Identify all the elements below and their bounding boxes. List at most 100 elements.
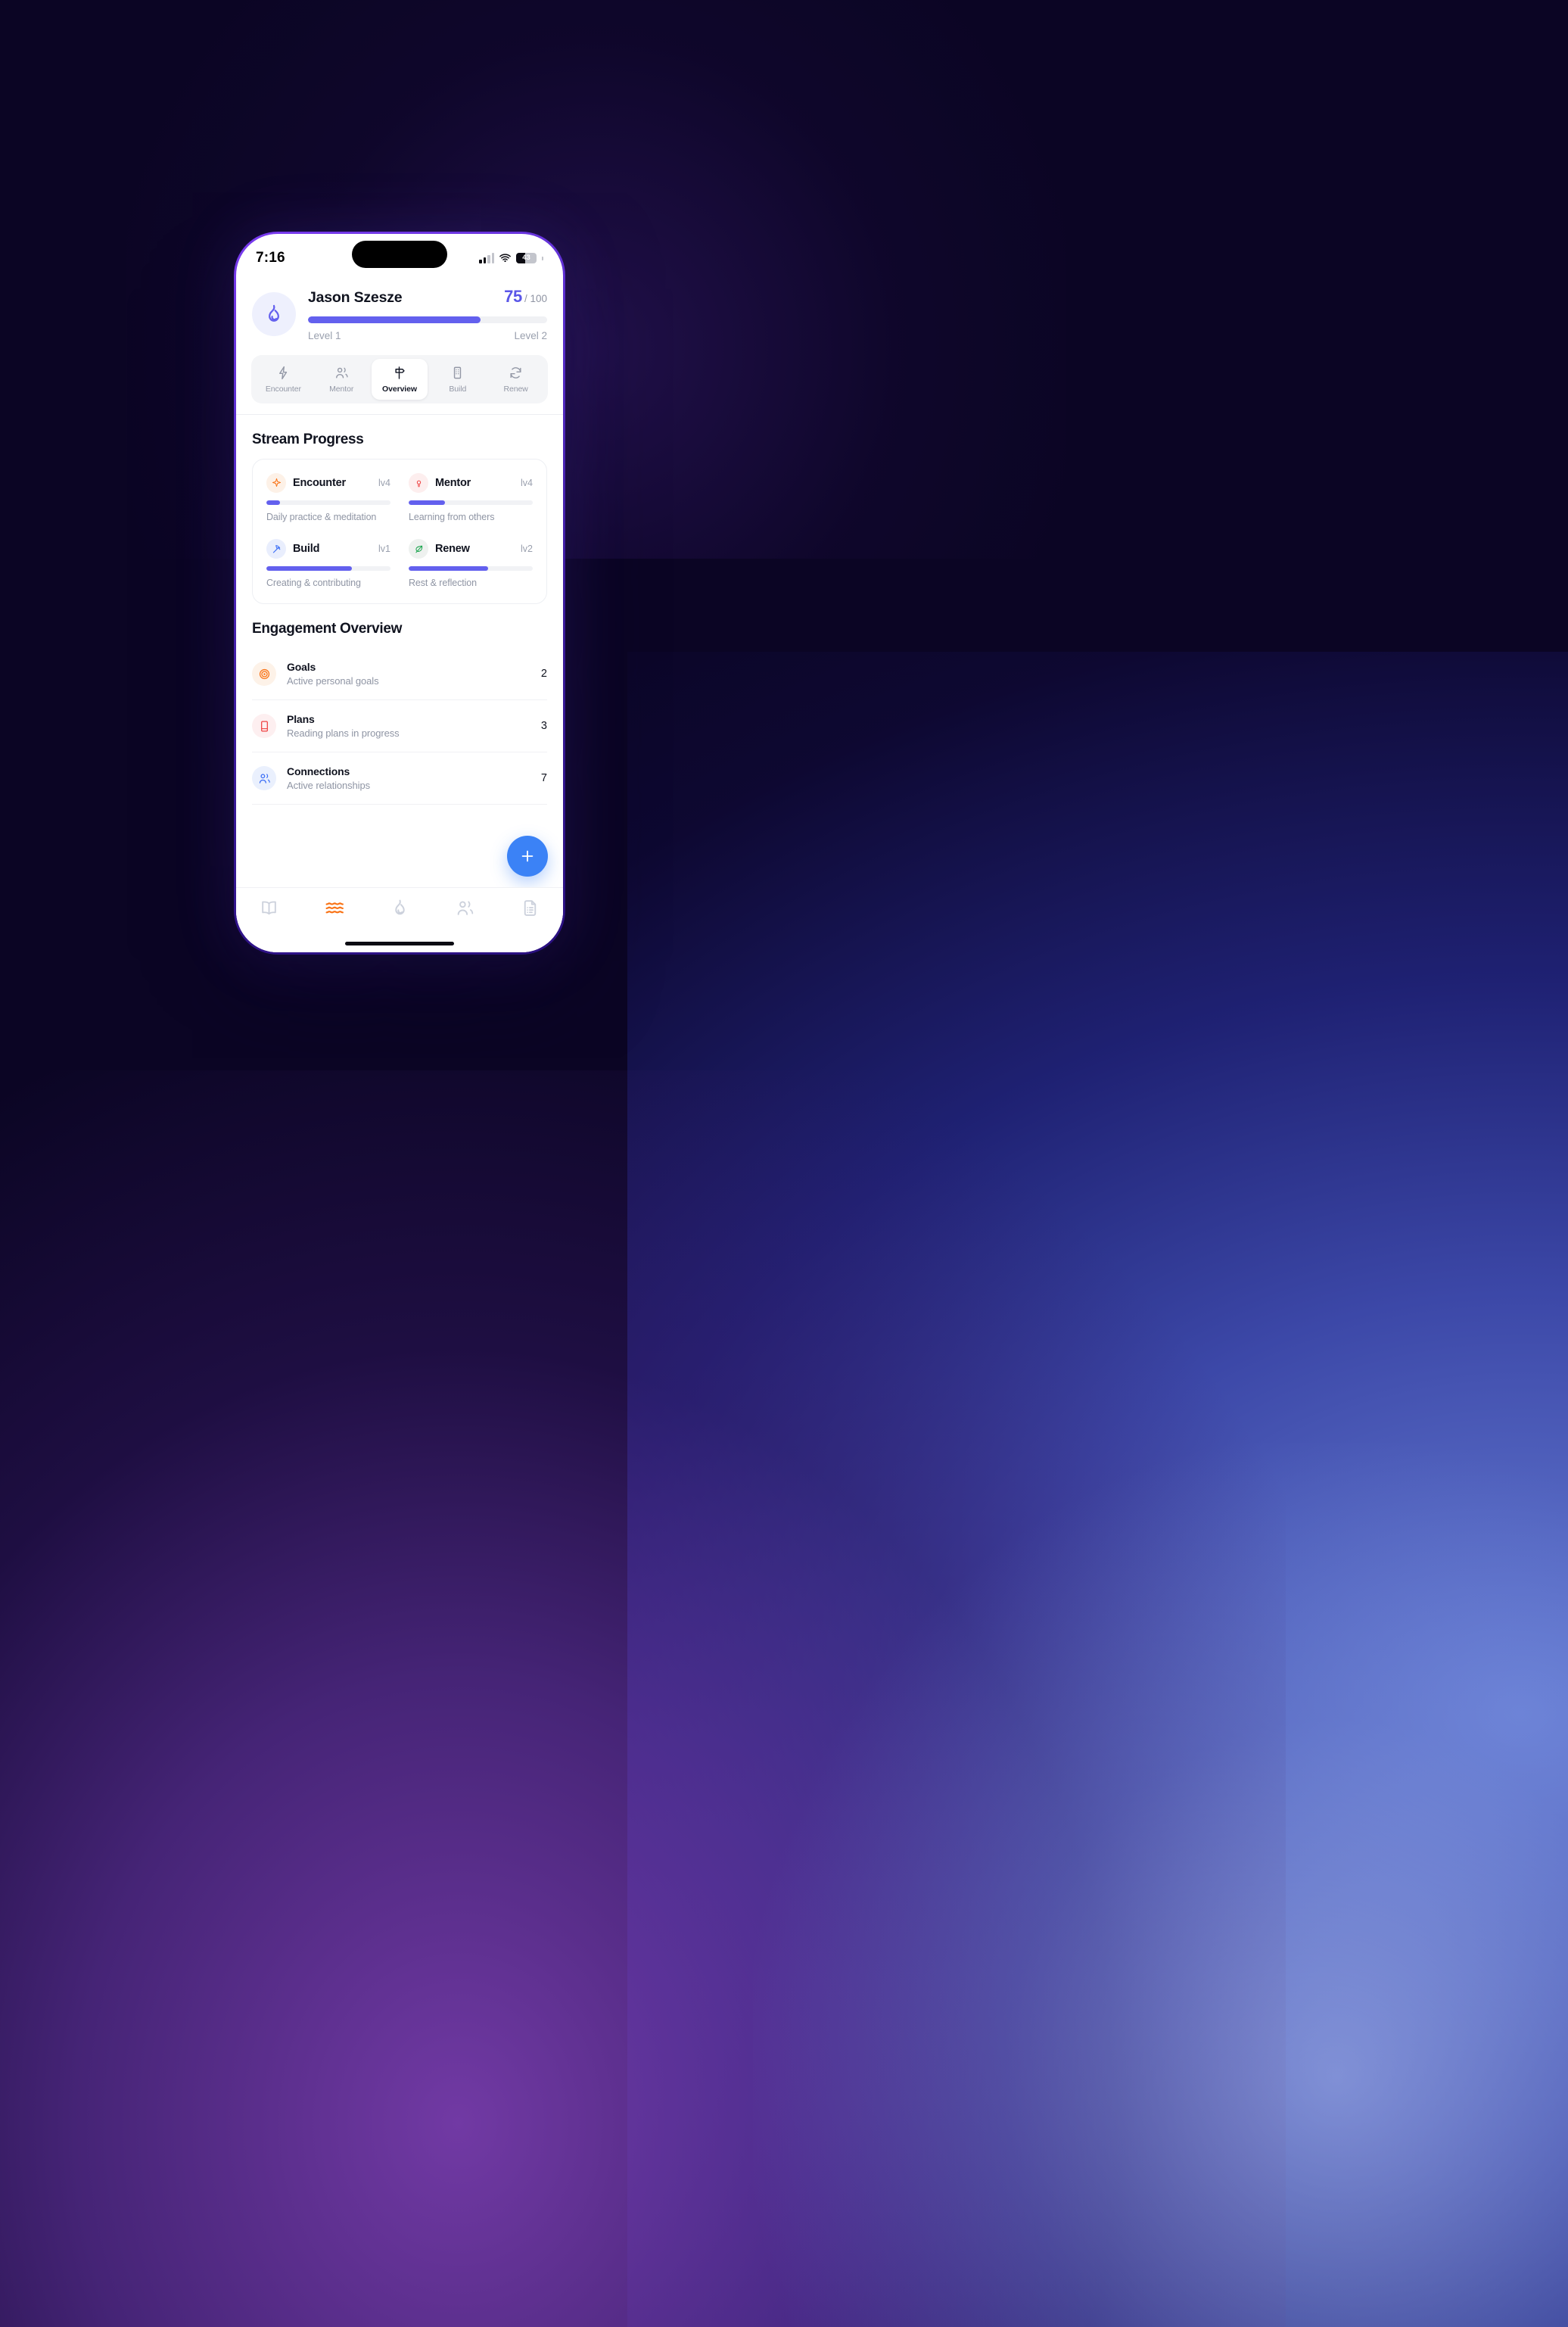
tab-mentor[interactable]: Mentor (313, 359, 370, 400)
dynamic-island (352, 241, 447, 268)
engagement-count: 7 (540, 772, 547, 784)
stream-icon-badge (409, 539, 428, 559)
stream-item-mentor[interactable]: Mentor lv4 Learning from others (409, 473, 533, 522)
target-icon (259, 668, 269, 679)
tab-build[interactable]: Build (429, 359, 486, 400)
stream-icon-badge (409, 473, 428, 493)
engagement-text: Plans Reading plans in progress (287, 713, 530, 739)
add-button[interactable] (507, 836, 548, 877)
engagement-overview-heading: Engagement Overview (252, 621, 403, 637)
status-bar-indicators: 43 (479, 252, 543, 265)
stream-item-level: lv4 (378, 478, 390, 488)
list-item[interactable]: Plans Reading plans in progress 3 (252, 700, 547, 752)
stream-item-description: Creating & contributing (266, 578, 361, 588)
phone-screen: 7:16 43 Jason Szesze 75 / 100 Level 1 Le… (236, 234, 563, 952)
nav-waves[interactable] (301, 899, 366, 917)
xp-readout: 75 / 100 (504, 287, 547, 307)
stream-item-renew[interactable]: Renew lv2 Rest & reflection (409, 539, 533, 588)
battery-percent-label: 43 (522, 254, 530, 262)
flame-icon (269, 304, 279, 322)
nav-flame[interactable] (367, 899, 432, 917)
level-to-label: Level 2 (514, 330, 547, 341)
engagement-icon-badge (252, 714, 276, 738)
page-title: Jason Szesze (308, 289, 403, 306)
zap-icon (278, 366, 288, 380)
profile-header: Jason Szesze 75 / 100 Level 1 Level 2 (236, 276, 563, 355)
engagement-title: Plans (287, 713, 315, 725)
stream-icon-badge (266, 539, 286, 559)
stream-item-description: Rest & reflection (409, 578, 478, 588)
stream-item-description: Daily practice & meditation (266, 512, 377, 522)
level-from-label: Level 1 (308, 330, 341, 341)
stream-item-level: lv4 (521, 478, 533, 488)
engagement-count: 2 (540, 668, 547, 680)
engagement-title: Goals (287, 661, 316, 673)
stream-icon-badge (266, 473, 286, 493)
tab-label: Build (449, 385, 467, 394)
flame-icon (394, 899, 405, 915)
users-icon (335, 367, 348, 378)
stream-progress-fill (266, 500, 281, 505)
xp-progress-fill (308, 316, 481, 323)
status-bar: 7:16 43 (236, 234, 563, 276)
pickaxe-icon (272, 544, 280, 553)
nav-book-open[interactable] (236, 899, 301, 917)
stream-item-header: Build lv1 (266, 539, 390, 559)
stream-item-name: Mentor (435, 477, 471, 489)
stream-item-name: Build (293, 543, 320, 555)
engagement-icon-badge (252, 662, 276, 686)
waves-icon (325, 902, 344, 914)
list-item[interactable]: Goals Active personal goals 2 (252, 648, 547, 700)
tab-encounter[interactable]: Encounter (255, 359, 312, 400)
stream-tabs: Encounter Mentor Overview Build Renew (251, 355, 548, 403)
nav-users[interactable] (432, 899, 497, 917)
list-item[interactable]: Connections Active relationships 7 (252, 752, 547, 805)
sparkle-icon (272, 478, 281, 487)
main-content[interactable]: Stream Progress Encounter lv4 Daily practi… (236, 415, 563, 952)
status-bar-time: 7:16 (256, 250, 285, 266)
avatar[interactable] (252, 292, 296, 336)
wifi-icon (499, 253, 511, 262)
stream-item-build[interactable]: Build lv1 Creating & contributing (266, 539, 390, 588)
stream-item-header: Renew lv2 (409, 539, 533, 559)
engagement-count: 3 (540, 720, 547, 732)
book-open-icon (261, 901, 276, 915)
tab-renew[interactable]: Renew (487, 359, 544, 400)
book-closed-icon (260, 720, 268, 732)
tab-label: Overview (382, 385, 417, 394)
tab-label: Mentor (329, 385, 354, 394)
users-icon (259, 773, 270, 783)
battery-nub (542, 256, 543, 260)
stream-progress-fill (409, 566, 488, 571)
stream-item-name: Renew (435, 543, 470, 555)
stream-item-level: lv2 (521, 544, 533, 554)
stream-progress-fill (266, 566, 353, 571)
engagement-text: Goals Active personal goals (287, 661, 530, 687)
stream-tabs-container: Encounter Mentor Overview Build Renew (236, 355, 563, 415)
engagement-subtitle: Active relationships (287, 780, 370, 791)
stream-item-name: Encounter (293, 477, 346, 489)
home-indicator (345, 942, 454, 945)
engagement-subtitle: Reading plans in progress (287, 727, 400, 739)
xp-progress-track (308, 316, 547, 323)
stream-item-header: Encounter lv4 (266, 473, 390, 493)
engagement-title: Connections (287, 765, 350, 777)
engagement-text: Connections Active relationships (287, 765, 530, 791)
nav-file-text[interactable] (498, 899, 563, 917)
battery-icon: 43 (516, 253, 537, 263)
tab-label: Encounter (265, 385, 301, 394)
plus-icon (521, 850, 534, 862)
stream-item-encounter[interactable]: Encounter lv4 Daily practice & meditation (266, 473, 390, 522)
signpost-icon (395, 366, 406, 379)
background-glow-lavender (752, 1442, 1568, 2327)
stream-progress-card: Encounter lv4 Daily practice & meditation M… (252, 459, 547, 604)
refresh-cw-icon (510, 367, 521, 378)
profile-name-xp-row: Jason Szesze 75 / 100 (308, 287, 547, 307)
stream-progress-track (409, 566, 533, 571)
file-text-icon (524, 900, 537, 916)
cellular-signal-icon (479, 252, 494, 263)
engagement-icon-badge (252, 766, 276, 790)
leaf-icon (415, 545, 422, 553)
tab-overview[interactable]: Overview (371, 359, 428, 400)
stream-progress-track (266, 566, 390, 571)
